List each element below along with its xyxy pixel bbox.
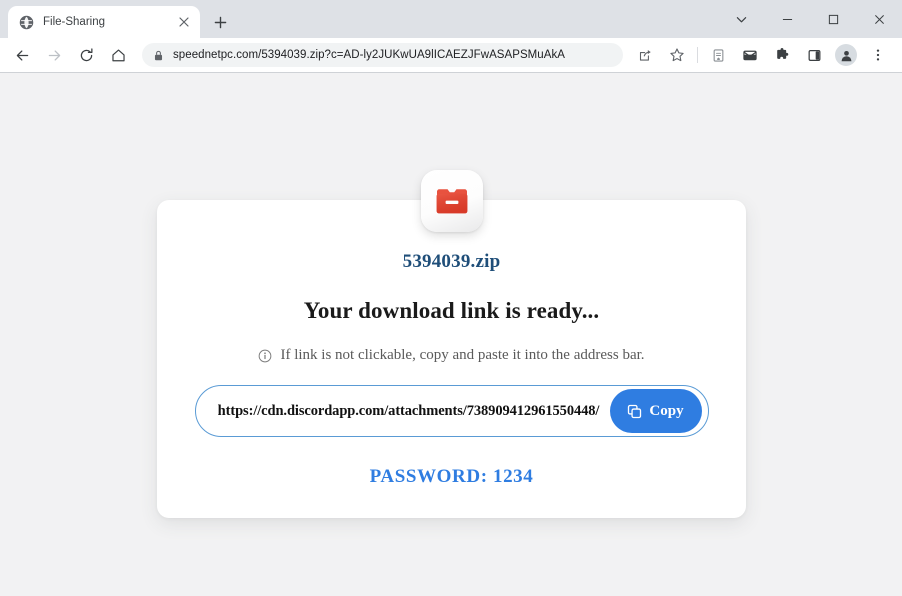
address-bar[interactable]: speednetpc.com/5394039.zip?c=AD-ly2JUKwU… bbox=[142, 43, 623, 67]
new-tab-button[interactable] bbox=[206, 8, 234, 36]
side-panel-icon[interactable] bbox=[800, 41, 828, 69]
home-button[interactable] bbox=[104, 41, 132, 69]
mail-icon[interactable] bbox=[736, 41, 764, 69]
omnibox-actions bbox=[629, 41, 693, 69]
reload-button[interactable] bbox=[72, 41, 100, 69]
download-link-value[interactable]: https://cdn.discordapp.com/attachments/7… bbox=[196, 403, 610, 420]
copy-icon bbox=[627, 404, 642, 419]
browser-menu-button[interactable] bbox=[864, 41, 892, 69]
window-controls bbox=[718, 0, 902, 38]
lock-icon bbox=[153, 50, 164, 61]
maximize-button[interactable] bbox=[810, 3, 856, 35]
avatar[interactable] bbox=[835, 44, 857, 66]
copy-button-label: Copy bbox=[649, 402, 684, 419]
toolbar-divider bbox=[697, 47, 698, 63]
tab-strip: File-Sharing bbox=[0, 0, 902, 38]
close-window-button[interactable] bbox=[856, 3, 902, 35]
share-icon[interactable] bbox=[631, 41, 659, 69]
reading-list-icon[interactable] bbox=[704, 41, 732, 69]
file-icon-container bbox=[420, 170, 483, 232]
tab-title: File-Sharing bbox=[43, 16, 105, 28]
zip-folder-icon bbox=[420, 170, 483, 232]
minimize-button[interactable] bbox=[764, 3, 810, 35]
back-button[interactable] bbox=[8, 41, 36, 69]
download-card: 5394039.zip Your download link is ready.… bbox=[157, 170, 746, 518]
page-viewport: 5394039.zip Your download link is ready.… bbox=[0, 72, 902, 596]
address-bar-url[interactable]: speednetpc.com/5394039.zip?c=AD-ly2JUKwU… bbox=[173, 49, 565, 61]
password-text: PASSWORD: 1234 bbox=[369, 466, 534, 487]
globe-icon bbox=[18, 14, 34, 30]
copy-button[interactable]: Copy bbox=[609, 389, 702, 433]
forward-button[interactable] bbox=[40, 41, 68, 69]
extensions-icon[interactable] bbox=[768, 41, 796, 69]
hint-row: If link is not clickable, copy and paste… bbox=[157, 324, 746, 364]
browser-tab[interactable]: File-Sharing bbox=[8, 6, 200, 38]
tab-search-button[interactable] bbox=[718, 3, 764, 35]
browser-window: File-Sharing speednetpc.com/5394039.zip?… bbox=[0, 0, 902, 596]
info-circle-icon bbox=[258, 349, 272, 363]
browser-toolbar: speednetpc.com/5394039.zip?c=AD-ly2JUKwU… bbox=[0, 38, 902, 72]
download-link-field[interactable]: https://cdn.discordapp.com/attachments/7… bbox=[194, 385, 709, 437]
close-icon[interactable] bbox=[176, 14, 192, 30]
page-title: Your download link is ready... bbox=[303, 298, 600, 323]
hint-text: If link is not clickable, copy and paste… bbox=[280, 347, 645, 363]
star-icon[interactable] bbox=[663, 41, 691, 69]
